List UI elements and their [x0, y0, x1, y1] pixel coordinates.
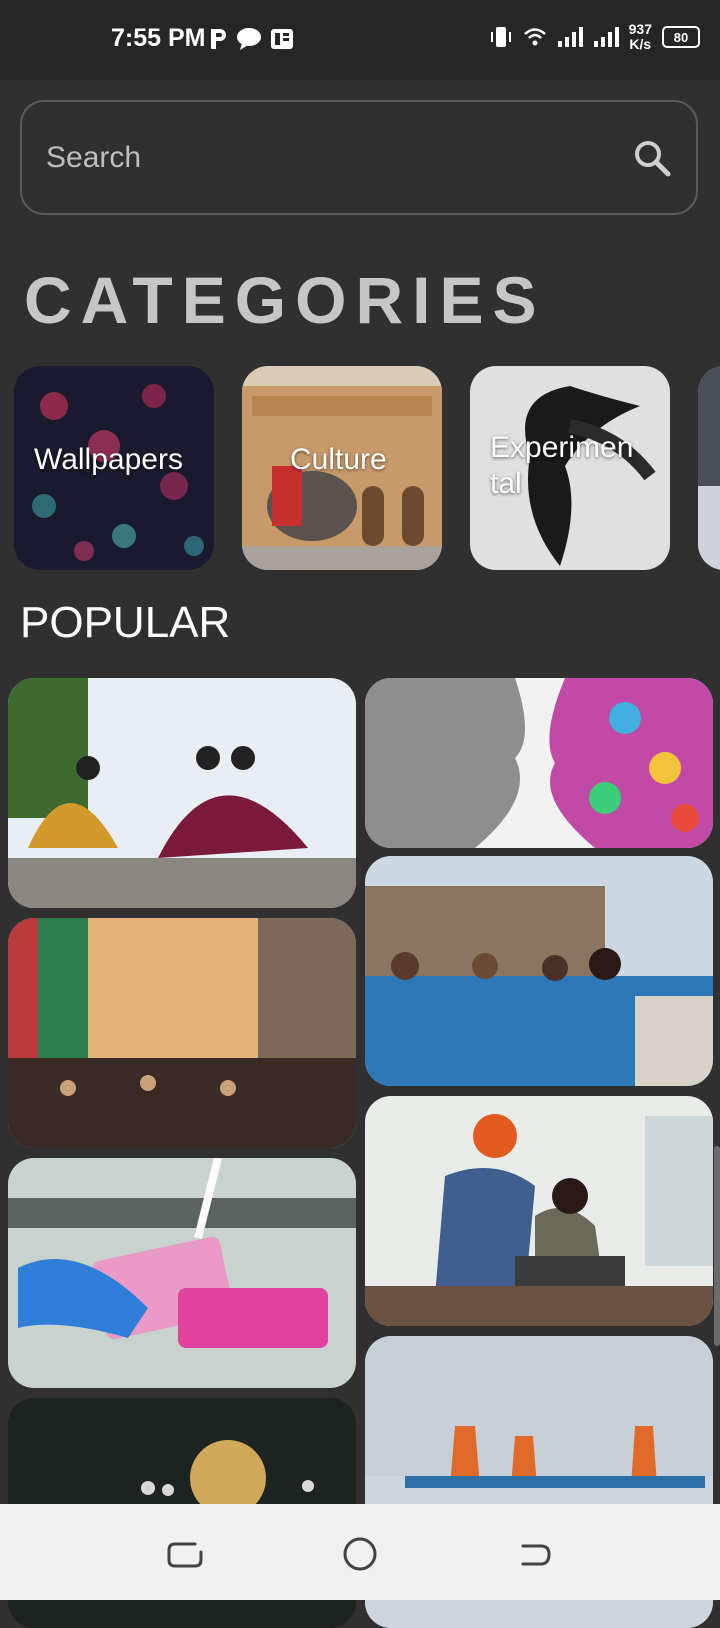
- recents-icon[interactable]: [165, 1534, 205, 1574]
- category-card-partial[interactable]: [698, 366, 720, 570]
- vibrate-icon: [490, 27, 511, 47]
- search-icon[interactable]: [632, 138, 672, 178]
- status-right: 937 K/s 80: [489, 22, 700, 52]
- popular-tile[interactable]: [365, 678, 713, 848]
- street-market-image: [8, 918, 356, 1148]
- net-speed: 937 K/s: [629, 22, 652, 52]
- search-bar[interactable]: [20, 100, 698, 215]
- category-card-experimental[interactable]: Experimen tal: [470, 366, 670, 570]
- parking-p-icon: [211, 29, 226, 49]
- wifi-icon: [523, 28, 546, 46]
- category-label: Culture: [290, 443, 387, 476]
- categories-heading: CATEGORIES: [24, 263, 546, 337]
- scrollbar-thumb[interactable]: [714, 1146, 720, 1346]
- category-card-culture[interactable]: Culture: [242, 366, 442, 570]
- net-speed-unit: K/s: [629, 36, 652, 52]
- home-icon[interactable]: [340, 1534, 380, 1574]
- category-label: Wallpapers: [34, 443, 183, 476]
- chat-bubble-icon: [237, 28, 261, 50]
- category-label: Experimen tal: [490, 431, 634, 500]
- notification-icons: [208, 27, 294, 51]
- signal-icon: [557, 27, 583, 47]
- net-speed-value: 937: [628, 21, 652, 37]
- news-app-icon: [271, 29, 293, 49]
- popular-tile[interactable]: [365, 1096, 713, 1326]
- popular-tile[interactable]: [365, 856, 713, 1086]
- popular-tile[interactable]: [8, 1158, 356, 1388]
- status-bar: 7:55 PM 937 K/s 80: [0, 0, 720, 80]
- popular-tile[interactable]: [8, 918, 356, 1148]
- popular-heading: POPULAR: [20, 598, 231, 647]
- pool-friends-image: [365, 856, 713, 1086]
- signal-icon: [593, 27, 619, 47]
- lab-pipette-image: [8, 1158, 356, 1388]
- dancers-image: [8, 678, 356, 908]
- colorful-heads-image: [365, 678, 713, 848]
- search-input[interactable]: [44, 137, 608, 179]
- snowy-forest-image: [698, 366, 720, 570]
- back-icon[interactable]: [515, 1534, 555, 1574]
- tablet-people-image: [365, 1096, 713, 1326]
- status-time: 7:55 PM: [111, 24, 206, 52]
- categories-carousel[interactable]: Wallpapers Culture Experimen tal: [14, 366, 720, 570]
- system-nav-bar: [0, 1504, 720, 1600]
- category-card-wallpapers[interactable]: Wallpapers: [14, 366, 214, 570]
- battery-indicator: 80: [662, 26, 700, 48]
- popular-tile[interactable]: [8, 678, 356, 908]
